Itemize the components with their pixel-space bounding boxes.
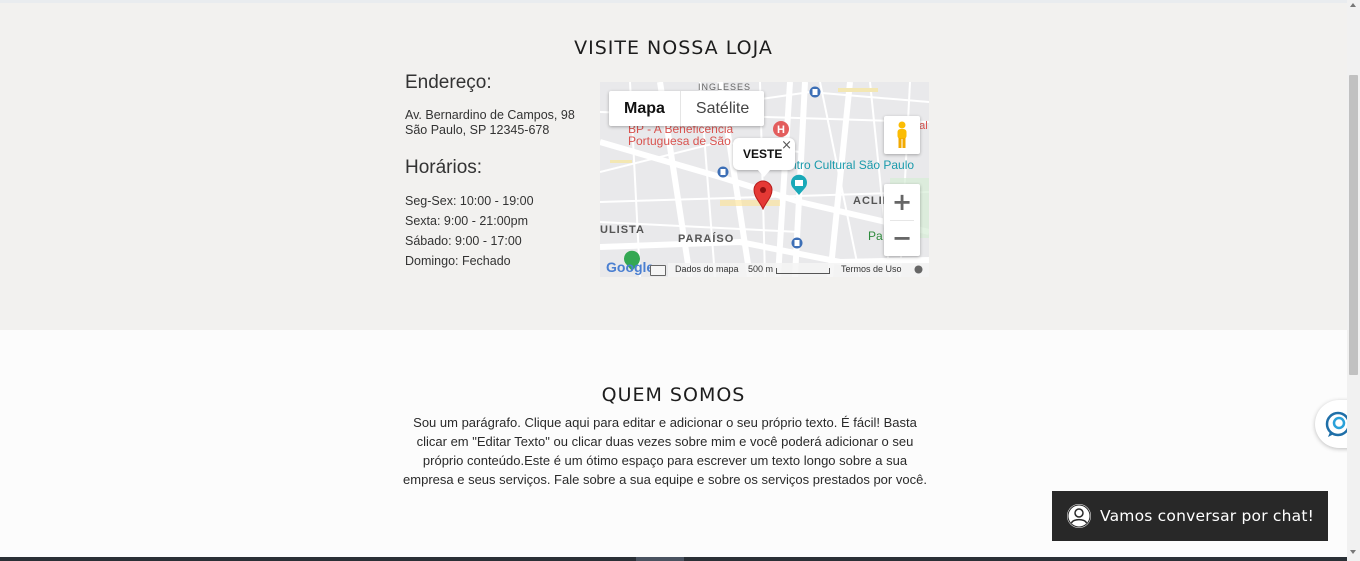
map-pin-icon[interactable] [753, 180, 773, 210]
marker-name: VESTE [743, 147, 783, 161]
user-icon [1067, 504, 1091, 528]
zoom-out-button[interactable]: − [884, 220, 920, 256]
map-type-map-button[interactable]: Mapa [609, 91, 681, 126]
zoom-in-button[interactable]: + [884, 184, 920, 220]
page-scrollbar[interactable] [1347, 0, 1360, 561]
address-line-2: São Paulo, SP 12345-678 [405, 123, 550, 137]
terms-link[interactable]: Termos de Uso [841, 264, 902, 274]
address-line-1: Av. Bernardino de Campos, 98 [405, 108, 575, 122]
map-scale-label[interactable]: 500 m [748, 264, 773, 274]
hours-item: Domingo: Fechado [405, 254, 511, 268]
zoom-divider [890, 220, 914, 221]
svg-text:H: H [777, 124, 785, 136]
zoom-control: + − [884, 184, 920, 256]
info-window-tail [757, 169, 771, 177]
hours-list: Seg-Sex: 10:00 - 19:00 Sexta: 9:00 - 21:… [405, 193, 595, 273]
map-footer: Google Dados do mapa 500 m Termos de Uso [600, 259, 929, 277]
transit-icon [791, 237, 803, 249]
close-icon[interactable]: × [781, 138, 792, 153]
hours-item: Sábado: 9:00 - 17:00 [405, 234, 522, 248]
hours-heading: Horários: [405, 157, 483, 178]
about-title: QUEM SOMOS [601, 383, 746, 406]
map-label: ULISTA [600, 224, 645, 236]
about-paragraph[interactable]: Sou um parágrafo. Clique aqui para edita… [403, 413, 927, 489]
store-title: VISITE NOSSA LOJA [574, 36, 773, 59]
map-data-link[interactable]: Dados do mapa [675, 264, 739, 274]
report-icon[interactable] [914, 265, 923, 274]
map-label: ntro Cultural São Paulo [790, 158, 915, 172]
bottom-bar [0, 557, 1347, 561]
hours-item: Sexta: 9:00 - 21:00pm [405, 214, 528, 228]
transit-icon [717, 166, 729, 178]
scroll-up-icon[interactable] [1350, 3, 1356, 7]
map-type-satellite-button[interactable]: Satélite [681, 91, 764, 126]
chat-label: Vamos conversar por chat! [1100, 507, 1315, 525]
hospital-icon[interactable]: H [772, 120, 790, 138]
chat-button[interactable]: Vamos conversar por chat! [1052, 491, 1328, 541]
street-view-button[interactable] [884, 116, 920, 154]
info-window[interactable]: VESTE × [733, 138, 795, 177]
map-label: Portuguesa de São [628, 134, 731, 148]
keyboard-icon[interactable] [650, 265, 666, 276]
address: Av. Bernardino de Campos, 98 São Paulo, … [405, 108, 595, 138]
map-type-control: Mapa Satélite [609, 91, 765, 126]
map-label: Pa [868, 229, 883, 243]
museum-icon[interactable] [789, 174, 809, 196]
map-scale-bar [776, 268, 830, 274]
hours-item: Seg-Sex: 10:00 - 19:00 [405, 194, 534, 208]
google-map[interactable]: INGLESES BP - A Beneficência Portuguesa … [600, 82, 929, 277]
google-logo[interactable]: Google [606, 259, 654, 275]
map-label: PARAÍSO [678, 233, 735, 245]
scroll-down-icon[interactable] [1350, 550, 1356, 554]
address-heading: Endereço: [405, 72, 492, 93]
bottom-bar-accent [636, 557, 684, 561]
store-info: Endereço: Av. Bernardino de Campos, 98 S… [405, 72, 595, 273]
scroll-thumb[interactable] [1349, 75, 1358, 375]
transit-icon [809, 86, 821, 98]
street-view-icon [897, 121, 907, 148]
